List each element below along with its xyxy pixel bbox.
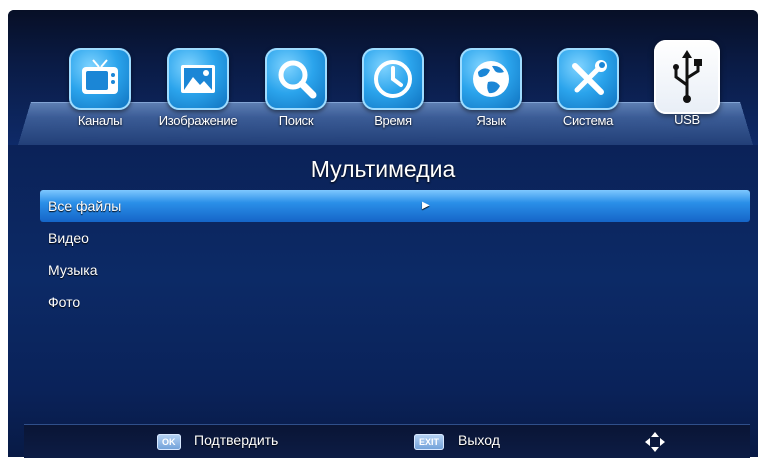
multimedia-list: Все файлы ▶ Видео Музыка Фото — [40, 190, 750, 318]
menu-label-search: Поиск — [278, 113, 314, 128]
list-item-photo[interactable]: Фото — [40, 286, 750, 318]
menu-label-language: Язык — [476, 113, 506, 128]
list-item-video[interactable]: Видео — [40, 222, 750, 254]
menu-item-usb[interactable]: USB — [642, 40, 732, 127]
tv-icon — [69, 48, 131, 110]
footer-bar: OK Подтвердить EXIT Выход — [24, 424, 750, 458]
menu-label-channels: Каналы — [77, 113, 123, 128]
menu-item-language[interactable]: Язык — [446, 48, 536, 128]
list-item-label: Фото — [48, 294, 81, 310]
menu-label-system: Система — [562, 113, 614, 128]
list-item-all-files[interactable]: Все файлы ▶ — [40, 190, 750, 222]
menu-label-picture: Изображение — [158, 113, 238, 128]
clock-icon — [362, 48, 424, 110]
usb-icon — [654, 40, 720, 114]
menu-item-time[interactable]: Время — [348, 48, 438, 128]
list-item-music[interactable]: Музыка — [40, 254, 750, 286]
picture-icon — [167, 48, 229, 110]
list-item-label: Музыка — [48, 262, 98, 278]
menu-label-time: Время — [374, 113, 412, 128]
main-menu: Каналы Изображение Поиск Время Язык Сист… — [8, 10, 758, 155]
tools-icon — [557, 48, 619, 110]
search-icon — [265, 48, 327, 110]
list-item-label: Видео — [48, 230, 89, 246]
globe-icon — [460, 48, 522, 110]
page-title: Мультимедиа — [310, 156, 456, 182]
arrow-right-icon: ▶ — [422, 200, 430, 211]
menu-item-system[interactable]: Система — [543, 48, 633, 128]
exit-key-badge[interactable]: EXIT — [414, 434, 445, 450]
exit-label: Выход — [458, 432, 500, 448]
menu-item-search[interactable]: Поиск — [251, 48, 341, 128]
menu-item-picture[interactable]: Изображение — [153, 48, 243, 128]
ok-key-badge[interactable]: OK — [157, 434, 181, 450]
menu-label-usb: USB — [674, 112, 700, 127]
ok-label: Подтвердить — [194, 432, 279, 448]
menu-item-channels[interactable]: Каналы — [55, 48, 145, 128]
list-item-label: Все файлы — [48, 198, 122, 214]
navigation-arrows-icon — [645, 432, 665, 452]
tv-screen: Каналы Изображение Поиск Время Язык Сист… — [8, 10, 758, 457]
